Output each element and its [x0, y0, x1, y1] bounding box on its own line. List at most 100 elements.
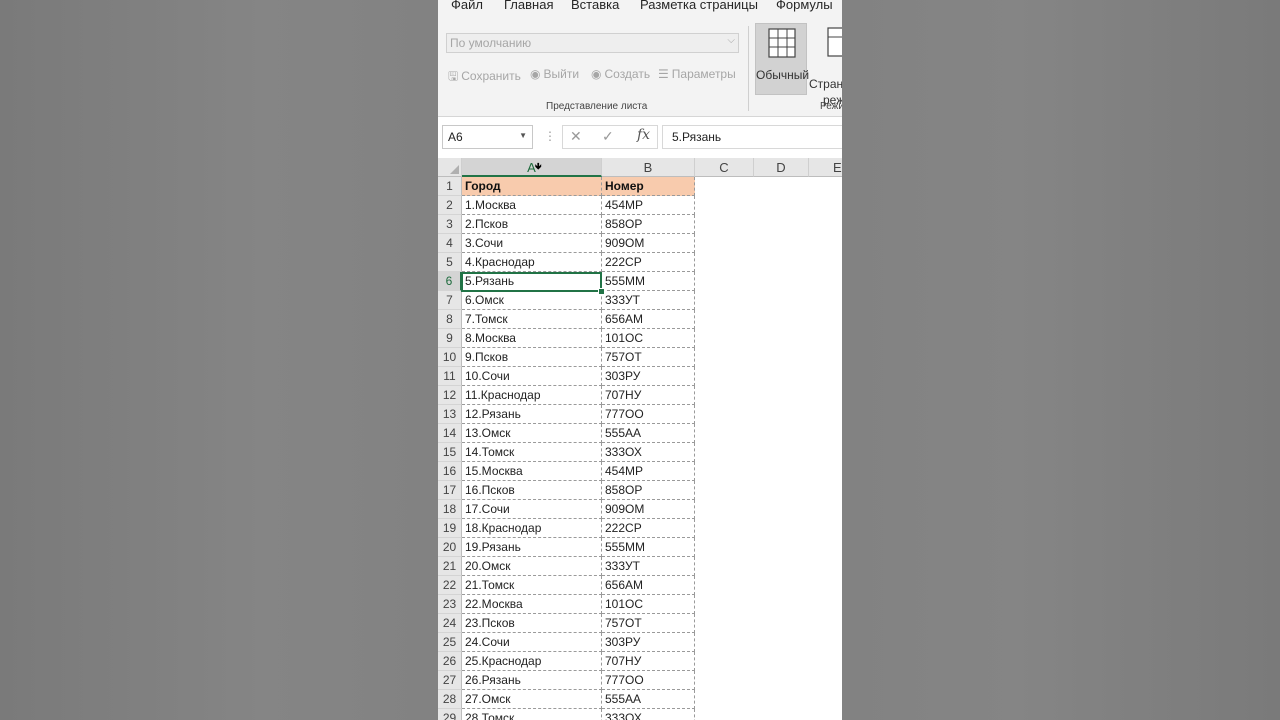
checkmark-icon[interactable]: ✓: [602, 128, 614, 145]
cell-number[interactable]: 555АА: [602, 690, 695, 709]
cell-city[interactable]: 16.Псков: [462, 481, 602, 500]
worksheet-grid[interactable]: A 🡻 B C D E 1 Город Номер 2 1.Москва 454МР 3 2.…: [438, 158, 842, 720]
cell-number[interactable]: 909ОМ: [602, 500, 695, 519]
cell-city[interactable]: 3.Сочи: [462, 234, 602, 253]
fill-handle[interactable]: [598, 288, 605, 295]
row-header[interactable]: 29: [438, 709, 462, 720]
cell-city[interactable]: 19.Рязань: [462, 538, 602, 557]
tab-insert[interactable]: Вставка: [571, 0, 619, 12]
row-header[interactable]: 20: [438, 538, 462, 557]
name-box[interactable]: A6 ▼: [442, 125, 533, 149]
cell-city[interactable]: 22.Москва: [462, 595, 602, 614]
row-header[interactable]: 18: [438, 500, 462, 519]
tab-home[interactable]: Главная: [504, 0, 553, 12]
tab-page-layout[interactable]: Разметка страницы: [640, 0, 758, 12]
cell-city[interactable]: 23.Псков: [462, 614, 602, 633]
row-header[interactable]: 13: [438, 405, 462, 424]
cell-city[interactable]: 11.Краснодар: [462, 386, 602, 405]
cell-city[interactable]: 13.Омск: [462, 424, 602, 443]
cell-city[interactable]: 10.Сочи: [462, 367, 602, 386]
row-header[interactable]: 12: [438, 386, 462, 405]
cell-number[interactable]: 454МР: [602, 462, 695, 481]
cell-city[interactable]: 24.Сочи: [462, 633, 602, 652]
row-header[interactable]: 3: [438, 215, 462, 234]
cell-number[interactable]: 222СР: [602, 519, 695, 538]
cell-number[interactable]: 707НУ: [602, 386, 695, 405]
row-header[interactable]: 28: [438, 690, 462, 709]
row-header[interactable]: 25: [438, 633, 462, 652]
cancel-icon[interactable]: ✕: [570, 128, 582, 145]
row-header[interactable]: 9: [438, 329, 462, 348]
row-header[interactable]: 27: [438, 671, 462, 690]
row-header[interactable]: 23: [438, 595, 462, 614]
formula-bar-resize-dots[interactable]: ⋮: [544, 129, 556, 143]
cell-number[interactable]: 333УТ: [602, 557, 695, 576]
cell-number[interactable]: 656АМ: [602, 576, 695, 595]
row-header[interactable]: 17: [438, 481, 462, 500]
cell-number[interactable]: 101ОС: [602, 595, 695, 614]
row-header[interactable]: 7: [438, 291, 462, 310]
cell-city[interactable]: 15.Москва: [462, 462, 602, 481]
cell-city[interactable]: 20.Омск: [462, 557, 602, 576]
cell-number[interactable]: 333УТ: [602, 291, 695, 310]
row-header[interactable]: 11: [438, 367, 462, 386]
column-header-a[interactable]: A: [462, 158, 602, 177]
page-view-label-line1[interactable]: Страни: [809, 77, 842, 91]
sheet-view-select[interactable]: По умолчанию ⌵: [446, 33, 739, 53]
save-view-button[interactable]: 🖫 Сохранить: [448, 67, 521, 88]
cell-number[interactable]: 858ОР: [602, 481, 695, 500]
select-all-corner[interactable]: [438, 158, 462, 177]
cell-number[interactable]: 707НУ: [602, 652, 695, 671]
row-header[interactable]: 4: [438, 234, 462, 253]
cell-number[interactable]: 303РУ: [602, 367, 695, 386]
cell-number[interactable]: 555ММ: [602, 272, 695, 291]
insert-function-icon[interactable]: fx: [637, 127, 650, 143]
cell-number[interactable]: 757ОТ: [602, 348, 695, 367]
row-header[interactable]: 10: [438, 348, 462, 367]
cell-number[interactable]: 333ОХ: [602, 443, 695, 462]
cell-number[interactable]: 101ОС: [602, 329, 695, 348]
cell-number[interactable]: 909ОМ: [602, 234, 695, 253]
cell-city[interactable]: 1.Москва: [462, 196, 602, 215]
cell-number[interactable]: 333ОХ: [602, 709, 695, 720]
cell-city[interactable]: 14.Томск: [462, 443, 602, 462]
cell-number[interactable]: 555ММ: [602, 538, 695, 557]
cell-city[interactable]: 8.Москва: [462, 329, 602, 348]
row-header[interactable]: 16: [438, 462, 462, 481]
cell-number[interactable]: 777ОО: [602, 405, 695, 424]
row-header[interactable]: 26: [438, 652, 462, 671]
cell-city[interactable]: 4.Краснодар: [462, 253, 602, 272]
row-header[interactable]: 15: [438, 443, 462, 462]
cell-city[interactable]: 26.Рязань: [462, 671, 602, 690]
cell-city[interactable]: 12.Рязань: [462, 405, 602, 424]
header-cell-city[interactable]: Город: [462, 177, 602, 196]
row-header[interactable]: 6: [438, 272, 462, 291]
cell-city[interactable]: 17.Сочи: [462, 500, 602, 519]
cell-number[interactable]: 454МР: [602, 196, 695, 215]
cell-number[interactable]: 303РУ: [602, 633, 695, 652]
column-header-c[interactable]: C: [695, 158, 754, 177]
row-header[interactable]: 5: [438, 253, 462, 272]
row-header[interactable]: 1: [438, 177, 462, 196]
cell-city[interactable]: 5.Рязань: [462, 272, 602, 291]
row-header[interactable]: 24: [438, 614, 462, 633]
normal-view-button[interactable]: Обычный: [755, 23, 809, 95]
tab-file[interactable]: Файл: [451, 0, 483, 12]
row-header[interactable]: 21: [438, 557, 462, 576]
cell-city[interactable]: 27.Омск: [462, 690, 602, 709]
cell-city[interactable]: 7.Томск: [462, 310, 602, 329]
cell-number[interactable]: 858ОР: [602, 215, 695, 234]
row-header[interactable]: 8: [438, 310, 462, 329]
formula-input[interactable]: 5.Рязань: [662, 125, 842, 149]
row-header[interactable]: 2: [438, 196, 462, 215]
cell-number[interactable]: 555АА: [602, 424, 695, 443]
column-header-e[interactable]: E: [809, 158, 842, 177]
cell-city[interactable]: 21.Томск: [462, 576, 602, 595]
cell-city[interactable]: 18.Краснодар: [462, 519, 602, 538]
cell-number[interactable]: 757ОТ: [602, 614, 695, 633]
cell-city[interactable]: 9.Псков: [462, 348, 602, 367]
view-options-button[interactable]: ☰ Параметры: [658, 67, 736, 81]
cell-number[interactable]: 222СР: [602, 253, 695, 272]
column-header-b[interactable]: B: [602, 158, 695, 177]
header-cell-number[interactable]: Номер: [602, 177, 695, 196]
